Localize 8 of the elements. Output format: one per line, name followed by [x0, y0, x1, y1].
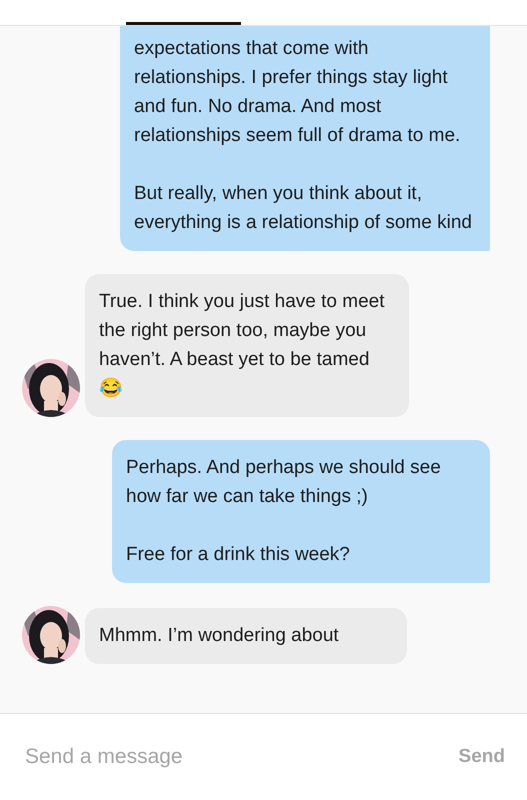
message-text: Free for a drink this week? [126, 543, 351, 567]
message-text: Perhaps. And perhaps we should see how far we can take things ;) [126, 456, 442, 509]
message-text: But really, when you think about it, everything is a relationship of some kind [134, 182, 473, 235]
message-text: Mhmm. I’m wondering about [99, 624, 340, 648]
message-text: expectations that come with relationships. I prefer things stay light and fun. No drama. And most relationships seem full of drama to me. [134, 37, 462, 148]
send-button[interactable]: Send [446, 714, 527, 800]
message-text: True. I think you just have to meet the right person too, maybe you haven’t. A beast yet to be tamed 😂 [99, 290, 386, 401]
message-input[interactable]: Send a message [0, 714, 447, 800]
